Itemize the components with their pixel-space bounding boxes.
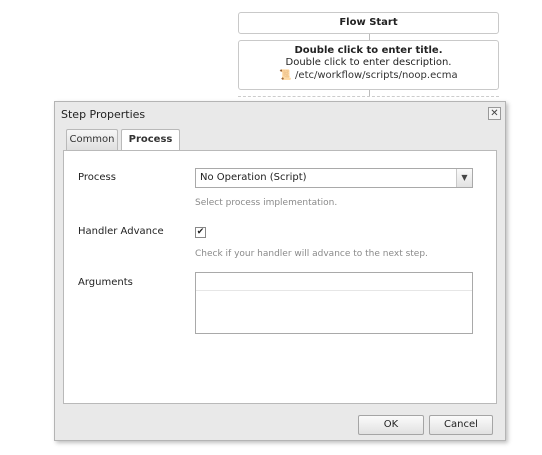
step-title: Double click to enter title. [294,45,443,56]
step-script-text: /etc/workflow/scripts/noop.ecma [295,70,458,81]
process-hint: Select process implementation. [195,198,338,208]
dialog-title: Step Properties [61,108,146,121]
close-icon[interactable]: ✕ [488,107,501,120]
handler-advance-hint: Check if your handler will advance to th… [195,249,428,259]
textarea-rule [196,290,472,291]
dialog-header[interactable]: Step Properties ✕ [55,102,505,126]
tab-common[interactable]: Common [66,129,118,151]
flow-start-label: Flow Start [339,17,398,28]
process-select[interactable]: No Operation (Script) ▼ [195,168,473,188]
flow-start-node[interactable]: Flow Start [238,12,499,34]
step-description: Double click to enter description. [285,57,452,68]
workflow-step-node[interactable]: Double click to enter title. Double clic… [238,40,499,90]
handler-advance-label: Handler Advance [78,226,164,237]
process-label: Process [78,172,116,183]
script-icon: 📜 [279,70,292,81]
step-script-path: 📜 /etc/workflow/scripts/noop.ecma [239,69,498,82]
step-properties-dialog: Step Properties ✕ Common Process Process… [54,101,506,441]
process-panel: Process No Operation (Script) ▼ Select p… [63,150,497,404]
arguments-label: Arguments [78,277,133,288]
cancel-button[interactable]: Cancel [429,415,493,435]
ok-button[interactable]: OK [358,415,424,435]
arguments-textarea[interactable] [195,272,473,334]
process-select-value: No Operation (Script) [200,172,307,183]
handler-advance-checkbox[interactable]: ✔ [195,227,206,238]
chevron-down-icon[interactable]: ▼ [456,169,472,187]
